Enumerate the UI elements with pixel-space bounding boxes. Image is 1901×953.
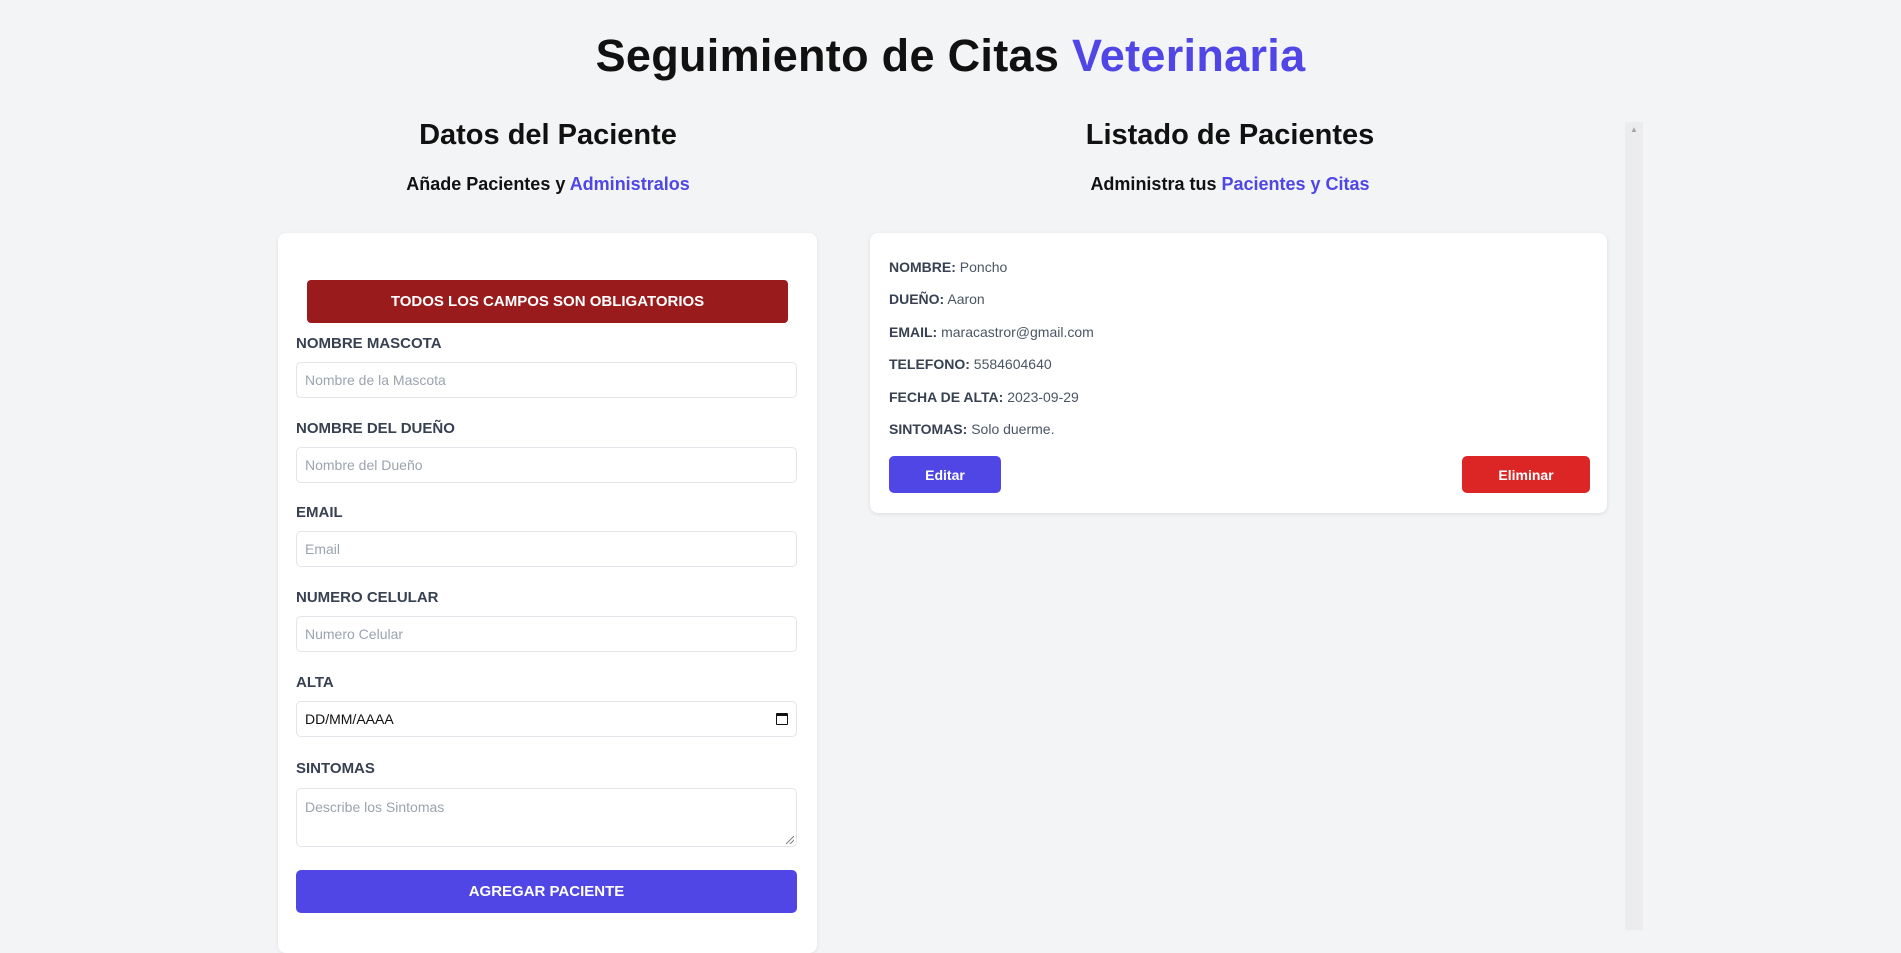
patient-name-label: Nombre: [889, 259, 956, 275]
patient-phone-row: Telefono: 5584604640 [889, 356, 1052, 372]
page-title: Seguimiento de Citas Veterinaria [0, 30, 1901, 82]
form-section-header: Datos del Paciente Añade Pacientes y Adm… [278, 119, 818, 194]
form-subtitle-main: Añade Pacientes y [406, 174, 566, 194]
scroll-up-arrow-icon[interactable]: ▲ [1625, 126, 1643, 134]
page-title-accent: Veterinaria [1071, 30, 1306, 81]
patient-date-label: Fecha de alta: [889, 389, 1004, 405]
patient-owner-row: Dueño: Aaron [889, 291, 985, 307]
patient-date-value: 2023-09-29 [1007, 389, 1079, 405]
patient-email-label: Email: [889, 324, 938, 340]
phone-label: Numero Celular [296, 589, 439, 606]
list-scrollbar[interactable]: ▲ [1625, 122, 1643, 930]
pet-name-input[interactable]: Nombre de la Mascota [296, 362, 797, 398]
patient-symptoms-row: Sintomas: Solo duerme. [889, 421, 1054, 437]
discharge-date-label: Alta [296, 674, 334, 691]
list-subtitle-accent: Pacientes y Citas [1221, 174, 1370, 194]
patient-name-value: Poncho [959, 259, 1008, 275]
calendar-icon[interactable] [776, 713, 788, 725]
list-section-subtitle: Administra tus Pacientes y Citas [870, 174, 1590, 195]
list-section-header: Listado de Pacientes Administra tus Paci… [870, 119, 1590, 194]
patient-email-value: maracastror@gmail.com [941, 324, 1094, 340]
edit-button[interactable]: Editar [889, 456, 1001, 493]
symptoms-textarea[interactable]: Describe los Sintomas [296, 788, 797, 847]
owner-name-input[interactable]: Nombre del Dueño [296, 447, 797, 483]
patient-phone-label: Telefono: [889, 356, 970, 372]
add-patient-button[interactable]: AGREGAR PACIENTE [296, 870, 797, 913]
patient-name-row: Nombre: Poncho [889, 259, 1007, 275]
patient-date-row: Fecha de alta: 2023-09-29 [889, 389, 1079, 405]
patient-form: TODOS LOS CAMPOS SON OBLIGATORIOS Nombre… [278, 233, 817, 953]
discharge-date-placeholder: DD/MM/AAAA [305, 711, 394, 727]
phone-input[interactable]: Numero Celular [296, 616, 797, 652]
discharge-date-input[interactable]: DD/MM/AAAA [296, 701, 797, 737]
email-label: Email [296, 504, 343, 521]
form-subtitle-accent: Administralos [569, 174, 690, 194]
patient-email-row: Email: maracastror@gmail.com [889, 324, 1094, 340]
page-title-main: Seguimiento de Citas [595, 30, 1060, 81]
symptoms-label: Sintomas [296, 760, 375, 777]
resize-handle-icon[interactable] [786, 836, 794, 844]
symptoms-placeholder: Describe los Sintomas [305, 799, 445, 815]
patient-owner-label: Dueño: [889, 291, 945, 307]
owner-name-label: Nombre del Dueño [296, 420, 455, 437]
form-section-subtitle: Añade Pacientes y Administralos [278, 174, 818, 195]
pet-name-label: Nombre Mascota [296, 335, 442, 352]
patient-symptoms-label: Sintomas: [889, 421, 968, 437]
patient-phone-value: 5584604640 [973, 356, 1052, 372]
error-alert: TODOS LOS CAMPOS SON OBLIGATORIOS [307, 280, 788, 323]
list-subtitle-main: Administra tus [1090, 174, 1217, 194]
delete-button[interactable]: Eliminar [1462, 456, 1590, 493]
patient-owner-value: Aaron [947, 291, 985, 307]
list-section-heading: Listado de Pacientes [1085, 119, 1375, 151]
form-section-heading: Datos del Paciente [419, 119, 677, 151]
email-input[interactable]: Email [296, 531, 797, 567]
patient-symptoms-value: Solo duerme. [971, 421, 1055, 437]
patient-card: Nombre: Poncho Dueño: Aaron Email: marac… [870, 233, 1607, 513]
